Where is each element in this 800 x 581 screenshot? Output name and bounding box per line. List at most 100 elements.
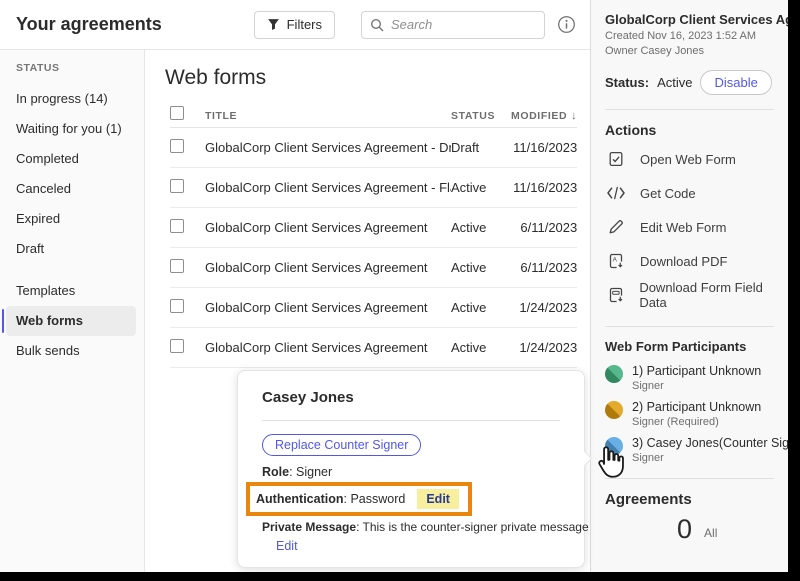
web-forms-title: Web forms [165,66,602,90]
panel-divider [605,326,774,327]
get-code-icon [607,186,625,200]
agreements-all-label: All [704,526,717,543]
participant-name: 3) Casey Jones(Counter Signer) [632,436,788,450]
agreement-title[interactable]: GlobalCorp Client Services Agreement - F… [205,180,451,195]
agreement-title[interactable]: GlobalCorp Client Services Agreement [205,300,451,315]
action-label: Get Code [640,186,696,201]
sidebar-item-expired[interactable]: Expired [6,204,136,234]
sidebar-item-bulk-sends[interactable]: Bulk sends [6,336,136,366]
download-form-data-icon [607,287,624,303]
participant-row[interactable]: 1) Participant Unknown Signer [605,364,788,392]
search-box[interactable] [361,11,545,39]
sidebar-item-in-progress[interactable]: In progress (14) [6,84,136,114]
popup-title: Casey Jones [262,389,560,406]
agreement-title[interactable]: GlobalCorp Client Services Agreement - D… [205,140,451,155]
agreement-title[interactable]: GlobalCorp Client Services Agreement [205,260,451,275]
panel-divider [605,478,774,479]
action-get-code[interactable]: Get Code [605,176,788,210]
agreement-status: Active [451,180,511,195]
agreement-status: Draft [451,140,511,155]
action-download-form-field-data[interactable]: Download Form Field Data [605,278,788,312]
agreement-title[interactable]: GlobalCorp Client Services Agreement [205,220,451,235]
row-checkbox[interactable] [170,219,184,233]
agreement-status: Active [451,260,511,275]
action-edit-web-form[interactable]: Edit Web Form [605,210,788,244]
row-checkbox[interactable] [170,139,184,153]
column-header-modified[interactable]: MODIFIED↓ [511,110,577,122]
table-row[interactable]: GlobalCorp Client Services Agreement - F… [170,168,577,208]
sidebar-item-templates[interactable]: Templates [6,276,136,306]
agreement-modified: 11/16/2023 [511,180,577,195]
action-label: Edit Web Form [640,220,726,235]
private-message-edit-link[interactable]: Edit [276,539,298,553]
agreement-details-panel: GlobalCorp Client Services Agreement Cre… [590,0,788,572]
participant-avatar [605,401,623,419]
status-sidebar: STATUS In progress (14) Waiting for you … [0,50,145,572]
sidebar-item-draft[interactable]: Draft [6,234,136,264]
svg-text:A: A [613,257,618,264]
participant-avatar [605,365,623,383]
agreement-status: Active [451,340,511,355]
participants-title: Web Form Participants [605,339,788,354]
info-icon[interactable] [557,15,576,34]
participant-avatar [605,437,623,455]
details-owner: Owner Casey Jones [605,45,788,57]
row-checkbox[interactable] [170,299,184,313]
participant-role: Signer [632,452,788,464]
action-open-web-form[interactable]: Open Web Form [605,142,788,176]
role-line: Role: Signer [262,465,560,479]
table-row[interactable]: GlobalCorp Client Services Agreement Act… [170,208,577,248]
details-title: GlobalCorp Client Services Agreement [605,12,788,27]
filters-button[interactable]: Filters [254,11,335,39]
top-bar: Your agreements Filters [0,0,590,50]
search-input[interactable] [391,17,536,32]
column-header-title[interactable]: TITLE [205,110,451,122]
sidebar-item-canceled[interactable]: Canceled [6,174,136,204]
counter-signer-popup: Casey Jones Replace Counter Signer Role:… [237,370,585,568]
participants-list: 1) Participant Unknown Signer 2) Partici… [605,364,788,464]
participant-name: 2) Participant Unknown [632,400,761,414]
participant-role: Signer (Required) [632,416,761,428]
participant-row-counter-signer[interactable]: 3) Casey Jones(Counter Signer) Signer [605,436,788,464]
replace-counter-signer-button[interactable]: Replace Counter Signer [262,434,421,456]
table-row[interactable]: GlobalCorp Client Services Agreement Act… [170,248,577,288]
participant-row[interactable]: 2) Participant Unknown Signer (Required) [605,400,788,428]
select-all-checkbox[interactable] [170,106,184,120]
agreement-modified: 6/11/2023 [511,220,577,235]
sidebar-item-completed[interactable]: Completed [6,144,136,174]
agreements-summary[interactable]: 0 All [677,516,788,543]
sidebar-section-label: STATUS [0,62,144,74]
screenshot-shadow-right [788,0,800,581]
table-row[interactable]: GlobalCorp Client Services Agreement Act… [170,328,577,368]
web-forms-table: TITLE STATUS MODIFIED↓ GlobalCorp Client… [145,104,602,368]
action-download-pdf[interactable]: A Download PDF [605,244,788,278]
sidebar-divider-gap [0,264,144,276]
agreement-title[interactable]: GlobalCorp Client Services Agreement [205,340,451,355]
row-checkbox[interactable] [170,179,184,193]
agreement-modified: 11/16/2023 [511,140,577,155]
table-row[interactable]: GlobalCorp Client Services Agreement - D… [170,128,577,168]
row-checkbox[interactable] [170,339,184,353]
action-label: Open Web Form [640,152,736,167]
filter-funnel-icon [267,18,280,31]
participant-role: Signer [632,380,761,392]
popup-divider [262,420,560,421]
sidebar-item-web-forms[interactable]: Web forms [6,306,136,336]
sort-descending-icon: ↓ [571,110,577,122]
agreement-status: Active [451,220,511,235]
agreement-status: Active [451,300,511,315]
authentication-edit-link[interactable]: Edit [417,489,459,509]
agreements-title: Agreements [605,491,788,508]
authentication-line: Authentication: Password [256,492,405,506]
authentication-annotation-box: Authentication: Password Edit [246,482,472,516]
row-checkbox[interactable] [170,259,184,273]
disable-button[interactable]: Disable [700,70,771,95]
column-header-status[interactable]: STATUS [451,110,511,122]
sidebar-item-waiting-for-you[interactable]: Waiting for you (1) [6,114,136,144]
actions-list: Open Web Form Get Code Edit Web Form [605,142,788,312]
agreement-modified: 1/24/2023 [511,340,577,355]
action-label: Download Form Field Data [639,280,788,310]
edit-pencil-icon [607,219,625,235]
table-row[interactable]: GlobalCorp Client Services Agreement Act… [170,288,577,328]
agreement-modified: 1/24/2023 [511,300,577,315]
